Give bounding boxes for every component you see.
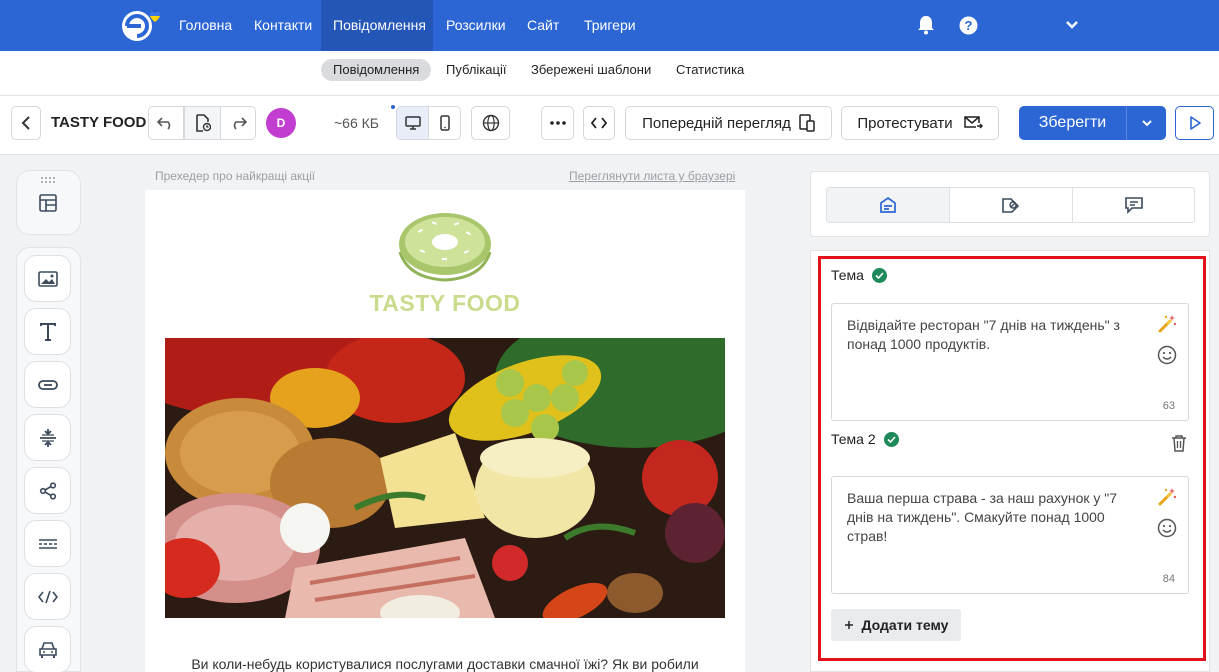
html-code-icon — [37, 590, 58, 603]
product-block-tool[interactable] — [24, 626, 71, 672]
sub-navigation: Повідомлення Публікації Збережені шаблон… — [0, 51, 1219, 96]
campaign-name: TASTY FOOD — [51, 114, 147, 131]
help-icon[interactable]: ? — [959, 16, 978, 35]
preview-devices-icon — [799, 114, 815, 132]
bell-icon[interactable] — [917, 15, 935, 35]
mobile-icon — [439, 115, 450, 131]
view-in-browser-link[interactable]: Переглянути листа у браузері — [569, 169, 735, 183]
status-dot — [391, 105, 395, 109]
donut-logo-icon[interactable] — [396, 212, 494, 284]
redo-icon — [233, 117, 247, 130]
logo-icon[interactable] — [117, 8, 163, 44]
image-icon — [37, 270, 58, 287]
redo-button[interactable] — [220, 106, 256, 140]
share-icon — [39, 481, 56, 500]
mail-send-icon — [963, 116, 983, 129]
test-button[interactable]: Протестувати — [841, 106, 999, 140]
email-body-text[interactable]: Ви коли-небудь користувалися послугами д… — [145, 656, 745, 672]
spacer-block-tool[interactable] — [24, 414, 71, 461]
envelope-settings-icon — [880, 196, 896, 213]
save-button[interactable]: Зберегти — [1019, 106, 1166, 140]
food-image[interactable] — [165, 338, 725, 618]
document-history-icon — [195, 114, 211, 132]
mobile-view-button[interactable] — [428, 106, 461, 140]
history-button[interactable] — [184, 106, 221, 140]
text-icon — [39, 322, 56, 341]
send-button[interactable] — [1175, 106, 1214, 140]
undo-icon — [157, 117, 171, 130]
more-dots-icon — [549, 121, 566, 125]
code-icon — [591, 117, 607, 129]
message-size: ~66 КБ — [334, 115, 379, 131]
language-button[interactable] — [471, 106, 510, 140]
layout-structure-icon[interactable] — [38, 193, 58, 213]
preheader-text[interactable]: Прехедер про найкращі акції — [155, 169, 315, 183]
preview-button[interactable]: Попередній перегляд — [625, 106, 832, 140]
preview-label: Попередній перегляд — [642, 114, 791, 132]
subnav-publications[interactable]: Публікації — [434, 59, 518, 81]
comment-icon — [1124, 197, 1143, 214]
tab-tags[interactable] — [949, 187, 1073, 223]
nav-home[interactable]: Головна — [166, 0, 245, 51]
chevron-left-icon — [21, 116, 30, 130]
car-icon — [38, 641, 57, 658]
settings-tabs — [810, 171, 1210, 237]
test-label: Протестувати — [857, 114, 953, 132]
editor-toolbar: TASTY FOOD D ~66 КБ Попередній перегляд … — [0, 96, 1219, 155]
divider-icon — [38, 538, 57, 549]
tab-message-settings[interactable] — [826, 187, 950, 223]
tab-comments[interactable] — [1072, 187, 1195, 223]
button-icon — [37, 379, 58, 390]
svg-text:?: ? — [965, 18, 973, 33]
save-label: Зберегти — [1038, 114, 1107, 131]
nav-contacts[interactable]: Контакти — [241, 0, 325, 51]
email-brand-name[interactable]: TASTY FOOD — [145, 290, 745, 317]
globe-icon — [482, 114, 499, 132]
chevron-down-icon[interactable] — [1065, 20, 1079, 30]
spacer-icon — [39, 428, 56, 447]
social-block-tool[interactable] — [24, 467, 71, 514]
desktop-icon — [404, 116, 421, 130]
image-block-tool[interactable] — [24, 255, 71, 302]
top-navigation: Головна Контакти Повідомлення Розсилки С… — [0, 0, 1219, 51]
back-button[interactable] — [11, 106, 41, 140]
subnav-statistics[interactable]: Статистика — [664, 59, 756, 81]
subnav-messages[interactable]: Повідомлення — [321, 59, 432, 81]
nav-site[interactable]: Сайт — [514, 0, 572, 51]
drag-handle-icon[interactable] — [40, 176, 56, 184]
avatar[interactable]: D — [266, 108, 296, 138]
desktop-view-button[interactable] — [396, 106, 429, 140]
html-block-tool[interactable] — [24, 573, 71, 620]
button-block-tool[interactable] — [24, 361, 71, 408]
nav-mailings[interactable]: Розсилки — [433, 0, 519, 51]
chevron-down-icon — [1141, 120, 1152, 127]
highlight-frame — [818, 256, 1206, 661]
divider-block-tool[interactable] — [24, 520, 71, 567]
tag-icon — [1002, 198, 1020, 213]
text-block-tool[interactable] — [24, 308, 71, 355]
more-button[interactable] — [541, 106, 574, 140]
undo-button[interactable] — [148, 106, 184, 140]
email-canvas: TASTY FOOD Ви коли-небудь користувалися … — [145, 190, 745, 672]
play-icon — [1189, 116, 1201, 130]
nav-messages[interactable]: Повідомлення — [321, 0, 433, 51]
nav-triggers[interactable]: Тригери — [571, 0, 649, 51]
code-button[interactable] — [583, 106, 615, 140]
subnav-saved-templates[interactable]: Збережені шаблони — [519, 59, 663, 81]
save-options-button[interactable] — [1126, 106, 1166, 140]
